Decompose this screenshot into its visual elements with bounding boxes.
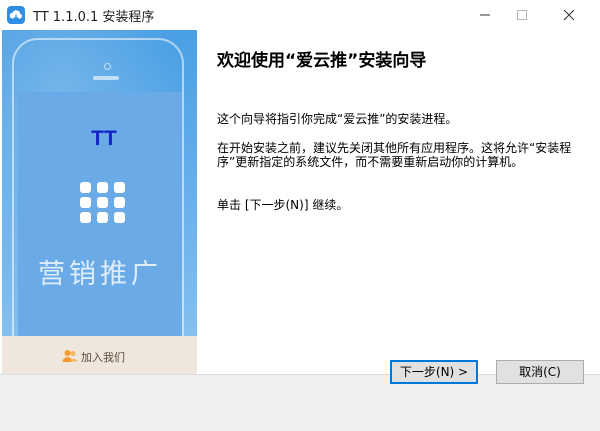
grid-dots-icon [80,182,126,224]
close-icon [563,6,575,25]
users-icon [62,348,78,362]
welcome-heading: 欢迎使用“爱云推”安装向导 [217,51,427,71]
continue-hint: 单击 [下一步(N)] 继续。 [217,198,349,212]
window-title: TT 1.1.0.1 安装程序 [33,10,155,25]
close-button[interactable] [546,0,592,30]
cloud-app-icon [7,6,25,24]
phone-camera [104,63,111,70]
maximize-button[interactable] [499,0,545,30]
brand-logo-text: TT [91,127,117,150]
join-us-label: 加入我们 [81,351,125,364]
maximize-icon [516,6,528,25]
promo-text: 营销推广 [38,259,162,290]
title-bar: TT 1.1.0.1 安装程序 [0,0,600,30]
phone-speaker [93,76,119,80]
side-banner: TT 营销推广 [2,30,197,374]
advice-paragraph: 在开始安装之前，建议先关闭其他所有应用程序。这将允许“安装程序”更新指定的系统文… [217,141,572,169]
intro-paragraph: 这个向导将指引你完成“爱云推”的安装进程。 [217,112,458,126]
minimize-icon [479,6,491,25]
join-us-bar[interactable]: 加入我们 [2,336,197,374]
cancel-button[interactable]: 取消(C) [496,360,584,384]
next-button[interactable]: 下一步(N) > [390,360,478,384]
